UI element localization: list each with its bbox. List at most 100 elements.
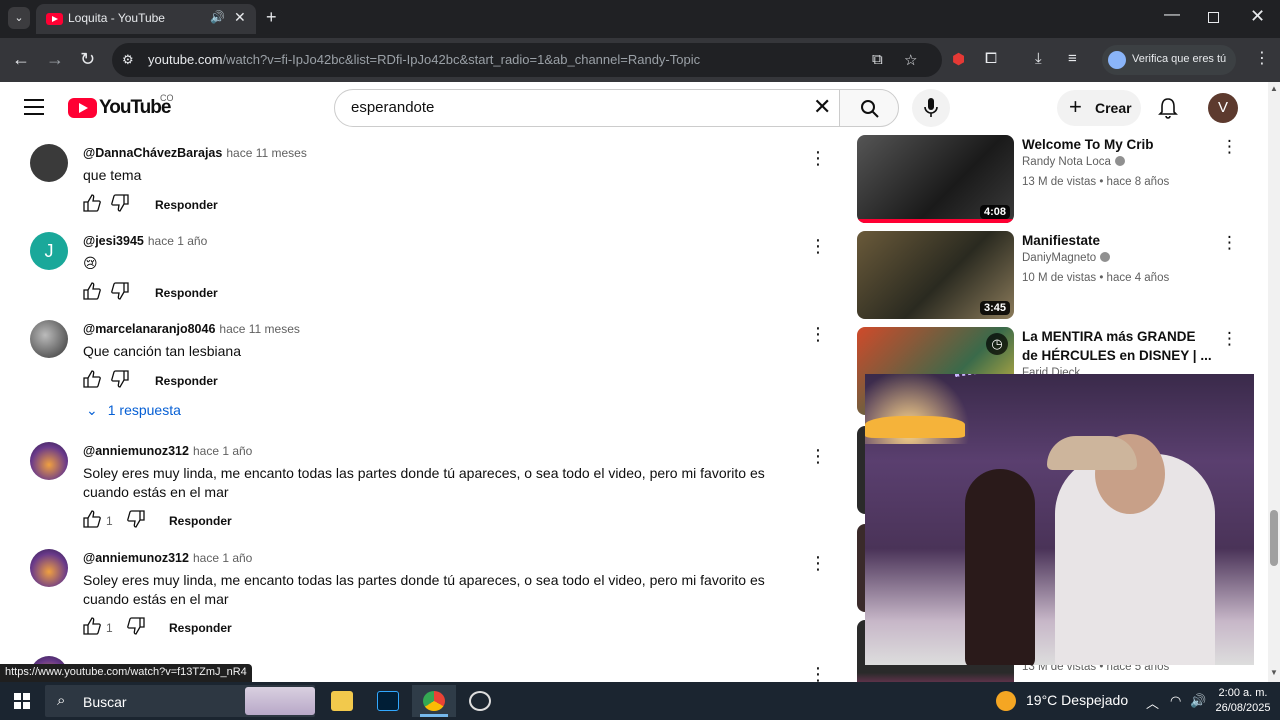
obs-icon[interactable] [458,685,502,717]
minimize-window-icon[interactable]: — [1164,6,1180,24]
video-more-icon[interactable]: ⋮ [1221,233,1238,253]
video-more-icon[interactable]: ⋮ [1221,137,1238,157]
close-tab-icon[interactable]: ✕ [234,9,246,26]
comment-author[interactable]: @anniemunoz312 [83,551,189,565]
watch-later-icon[interactable]: ◷ [986,333,1008,355]
comment-more-icon[interactable]: ⋮ [809,553,827,574]
comment-author[interactable]: @marcelanaranjo8046 [83,322,215,336]
new-tab-icon[interactable]: + [266,7,277,27]
media-control-icon[interactable]: ≡ [1068,50,1077,67]
url-text[interactable]: youtube.com/watch?v=fi-IpJo42bc&list=RDf… [148,52,700,67]
comment-more-icon[interactable]: ⋮ [809,664,827,682]
reload-icon[interactable]: ↻ [80,48,95,70]
site-info-icon[interactable]: ⚙ [122,52,134,68]
extensions-puzzle-icon[interactable]: ⧠ [985,50,997,67]
chrome-icon[interactable] [412,685,456,717]
like-icon[interactable] [83,617,101,635]
download-icon[interactable]: ⤓ [1035,50,1042,67]
reply-button[interactable]: Responder [155,286,218,300]
related-video-item[interactable]: 4:08 Welcome To My Crib Randy Nota Loca … [857,135,1247,223]
video-title[interactable]: Manifiestate [1022,231,1212,250]
comment-more-icon[interactable]: ⋮ [809,446,827,467]
comment-avatar[interactable] [30,320,68,358]
photoshop-icon[interactable] [366,685,410,717]
profile-verify-button[interactable]: Verifica que eres tú [1102,45,1236,75]
comment-avatar[interactable] [30,442,68,480]
youtube-logo[interactable]: YouTube [68,97,171,119]
comment-more-icon[interactable]: ⋮ [809,324,827,345]
clear-search-icon[interactable]: ✕ [813,95,831,119]
video-more-icon[interactable]: ⋮ [1221,329,1238,349]
account-avatar[interactable]: V [1208,93,1238,123]
comment-avatar[interactable] [30,549,68,587]
video-thumbnail[interactable]: 3:45 [857,231,1014,319]
dislike-icon[interactable] [127,510,145,528]
like-icon[interactable] [83,510,101,528]
comment-avatar[interactable]: J [30,232,68,270]
chrome-menu-icon[interactable]: ⋮ [1254,48,1270,68]
video-meta: 13 M de vistas • hace 8 años [1022,176,1170,188]
video-thumbnail[interactable]: 4:08 [857,135,1014,223]
video-channel[interactable]: DaniyMagneto [1022,252,1111,264]
video-title[interactable]: La MENTIRA más GRANDE de HÉRCULES en DIS… [1022,327,1212,365]
show-replies-button[interactable]: ⌄ 1 respuesta [86,402,191,419]
tray-chevron-icon[interactable]: ︿ [1146,693,1159,712]
reply-button[interactable]: Responder [169,514,232,528]
wifi-icon[interactable]: ◠ [1170,693,1181,709]
clock-date: 26/08/2025 [1215,702,1271,714]
bookmark-star-icon[interactable]: ☆ [904,51,917,69]
file-explorer-icon[interactable] [320,685,364,717]
weather-moon-icon[interactable] [996,691,1016,711]
create-button[interactable]: + Crear [1057,90,1141,126]
back-icon[interactable]: ← [12,48,30,70]
volume-icon[interactable]: 🔊 [1190,693,1206,709]
page-scrollbar[interactable]: ▲ ▼ [1268,82,1280,682]
notifications-bell-icon[interactable] [1158,97,1178,119]
windows-taskbar: ⌕ Buscar 19°C Despejado ︿ ◠ 🔊 2:00 a. m.… [0,682,1280,720]
comment-time[interactable]: hace 1 año [148,234,207,248]
comment-author[interactable]: @jesi3945 [83,234,144,248]
video-title[interactable]: Welcome To My Crib [1022,135,1212,154]
comment-more-icon[interactable]: ⋮ [809,148,827,169]
search-button[interactable] [839,89,899,127]
dislike-icon[interactable] [111,194,129,212]
video-channel[interactable]: Randy Nota Loca [1022,156,1125,168]
comment-time[interactable]: hace 11 meses [226,146,307,160]
scroll-up-icon[interactable]: ▲ [1270,84,1278,93]
comment-author[interactable]: @anniemunoz312 [83,444,189,458]
dislike-icon[interactable] [111,370,129,388]
maximize-window-icon[interactable] [1208,12,1219,23]
comment-more-icon[interactable]: ⋮ [809,236,827,257]
comment-avatar[interactable] [30,144,68,182]
close-window-icon[interactable]: ✕ [1250,6,1265,27]
tab-search-menu-icon[interactable]: ⌄ [8,7,30,29]
weather-text[interactable]: 19°C Despejado [1026,692,1128,708]
forward-icon[interactable]: → [46,48,64,70]
comment-time[interactable]: hace 1 año [193,551,252,565]
reply-button[interactable]: Responder [155,198,218,212]
related-video-item[interactable]: 3:45 Manifiestate DaniyMagneto 10 M de v… [857,231,1247,319]
windows-start-icon[interactable] [14,693,30,709]
like-icon[interactable] [83,370,101,388]
scroll-down-icon[interactable]: ▼ [1270,668,1278,677]
comment-time[interactable]: hace 1 año [193,444,252,458]
hamburger-menu-icon[interactable] [24,99,44,115]
like-icon[interactable] [83,194,101,212]
omnibox[interactable]: ⚙ youtube.com/watch?v=fi-IpJo42bc&list=R… [112,43,942,77]
reply-button[interactable]: Responder [155,374,218,388]
search-input[interactable]: esperandote ✕ [334,89,840,127]
scrollbar-thumb[interactable] [1270,510,1278,566]
like-icon[interactable] [83,282,101,300]
reply-button[interactable]: Responder [169,621,232,635]
speaker-icon[interactable]: 🔊 [210,10,225,24]
comment-time[interactable]: hace 11 meses [219,322,300,336]
taskbar-clock[interactable]: 2:00 a. m. 26/08/2025 [1212,686,1274,716]
browser-tab[interactable]: Loquita - YouTube 🔊 ✕ [36,4,256,34]
install-app-icon[interactable]: ⧉ [872,51,883,68]
extension-red-icon[interactable]: ⬢ [952,50,965,68]
comment-author[interactable]: @DannaChávezBarajas [83,146,222,160]
dislike-icon[interactable] [127,617,145,635]
dislike-icon[interactable] [111,282,129,300]
taskbar-search-box[interactable]: ⌕ Buscar [45,685,315,717]
voice-search-button[interactable] [912,89,950,127]
